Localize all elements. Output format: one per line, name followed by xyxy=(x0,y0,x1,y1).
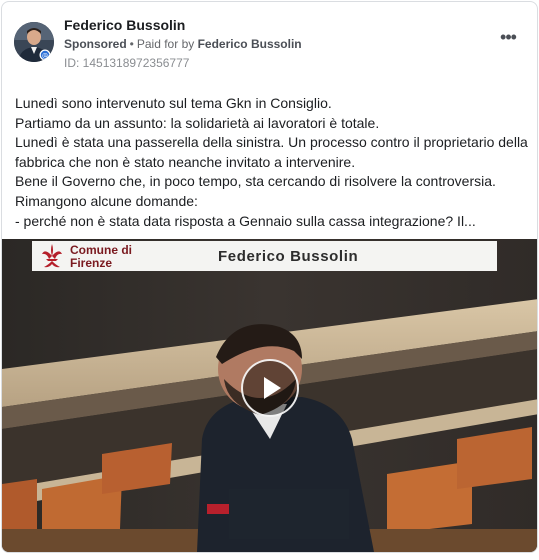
play-button[interactable] xyxy=(241,359,299,417)
avatar[interactable]: @ xyxy=(14,22,54,62)
ad-header: @ Federico Bussolin Sponsored • Paid for b… xyxy=(2,2,537,82)
banner-title: Federico Bussolin xyxy=(218,248,359,265)
ad-card: @ Federico Bussolin Sponsored • Paid for b… xyxy=(1,1,538,553)
logo-line-2: Firenze xyxy=(70,256,113,270)
play-icon xyxy=(264,377,281,399)
post-line: - perché non è stata data risposta a Gen… xyxy=(15,212,476,229)
more-horizontal-icon: ••• xyxy=(500,27,517,47)
post-line: Bene il Governo che, in poco tempo, sta … xyxy=(15,173,496,190)
library-id: ID: 1451318972356777 xyxy=(64,56,190,70)
post-line: Lunedì è stata una passerella della sini… xyxy=(15,134,528,151)
svg-text:@: @ xyxy=(42,52,48,59)
advertiser-name[interactable]: Federico Bussolin xyxy=(64,17,185,33)
sponsored-label: Sponsored xyxy=(64,37,127,51)
advertiser-photo: @ xyxy=(14,22,54,62)
post-line: Rimangono alcune domande: xyxy=(15,192,198,209)
post-text: Lunedì sono intervenuto sul tema Gkn in … xyxy=(15,94,530,231)
post-line: fabbrica che non è stato neanche invitat… xyxy=(15,153,356,170)
post-line: Lunedì sono intervenuto sul tema Gkn in … xyxy=(15,95,332,111)
paid-for-by-name[interactable]: Federico Bussolin xyxy=(198,37,302,51)
sponsored-line: Sponsored • Paid for by Federico Bussolin xyxy=(64,37,302,51)
separator: • xyxy=(129,37,134,51)
video-banner: Comune di Firenze Federico Bussolin xyxy=(32,241,497,271)
comune-logo-text: Comune di Firenze xyxy=(70,244,132,270)
more-options-button[interactable]: ••• xyxy=(497,27,519,52)
paid-for-prefix: Paid for by xyxy=(136,37,195,51)
video-player[interactable]: Comune di Firenze Federico Bussolin xyxy=(2,239,537,552)
florence-lily-icon xyxy=(42,244,62,268)
post-line: Partiamo da un assunto: la solidarietà a… xyxy=(15,114,380,131)
